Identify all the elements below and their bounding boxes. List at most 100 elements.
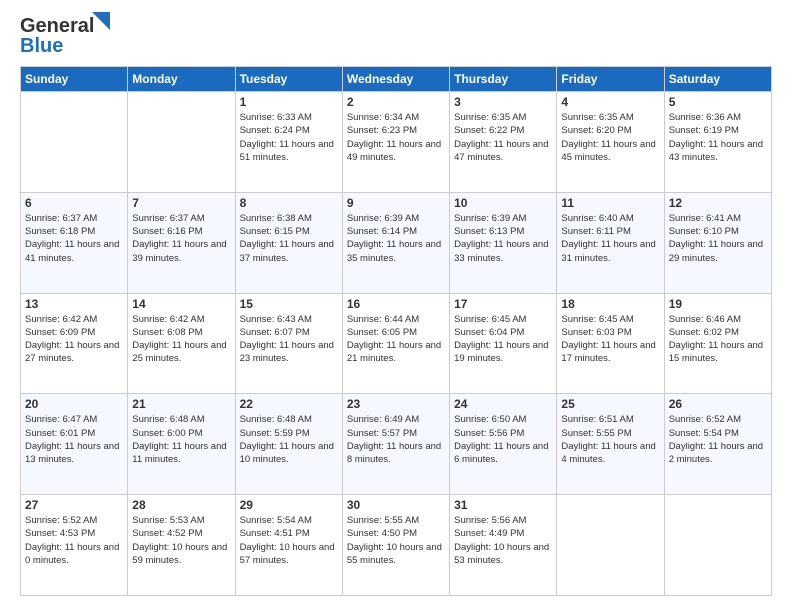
calendar-cell: 23 Sunrise: 6:49 AM Sunset: 5:57 PM Dayli… [342, 394, 449, 495]
day-number: 28 [132, 498, 230, 512]
col-header-wednesday: Wednesday [342, 67, 449, 92]
day-number: 16 [347, 297, 445, 311]
day-info: Sunrise: 5:55 AM Sunset: 4:50 PM Dayligh… [347, 514, 445, 567]
col-header-monday: Monday [128, 67, 235, 92]
logo-blue: Blue [20, 36, 94, 56]
calendar-cell: 15Sunrise: 6:43 AM Sunset: 6:07 PM Dayli… [235, 293, 342, 394]
day-number: 4 [561, 95, 659, 109]
day-number: 27 [25, 498, 123, 512]
calendar-cell: 27 Sunrise: 5:52 AM Sunset: 4:53 PM Dayli… [21, 495, 128, 596]
logo-container: GeneralBlue [20, 16, 110, 56]
calendar-cell [557, 495, 664, 596]
calendar-cell: 29Sunrise: 5:54 AM Sunset: 4:51 PM Dayli… [235, 495, 342, 596]
header: GeneralBlue [20, 16, 772, 56]
calendar-cell: 25 Sunrise: 6:51 AM Sunset: 5:55 PM Dayli… [557, 394, 664, 495]
col-header-friday: Friday [557, 67, 664, 92]
calendar-cell: 31 Sunrise: 5:56 AM Sunset: 4:49 PM Dayli… [450, 495, 557, 596]
calendar-cell: 3 Sunrise: 6:35 AM Sunset: 6:22 PM Daylig… [450, 92, 557, 193]
calendar-cell [664, 495, 771, 596]
day-number: 11 [561, 196, 659, 210]
day-info: Sunrise: 6:51 AM Sunset: 5:55 PM Dayligh… [561, 413, 659, 466]
calendar-cell: 24 Sunrise: 6:50 AM Sunset: 5:56 PM Dayli… [450, 394, 557, 495]
day-info: Sunrise: 6:50 AM Sunset: 5:56 PM Dayligh… [454, 413, 552, 466]
calendar-cell: 21 Sunrise: 6:48 AM Sunset: 6:00 PM Dayli… [128, 394, 235, 495]
calendar-cell: 16Sunrise: 6:44 AM Sunset: 6:05 PM Dayli… [342, 293, 449, 394]
week-row-2: 6Sunrise: 6:37 AM Sunset: 6:18 PM Daylig… [21, 192, 772, 293]
calendar-cell: 2 Sunrise: 6:34 AM Sunset: 6:23 PM Daylig… [342, 92, 449, 193]
day-info: Sunrise: 6:42 AM Sunset: 6:08 PM Dayligh… [132, 313, 230, 366]
day-number: 3 [454, 95, 552, 109]
day-info: Sunrise: 6:45 AM Sunset: 6:04 PM Dayligh… [454, 313, 552, 366]
day-info: Sunrise: 6:41 AM Sunset: 6:10 PM Dayligh… [669, 212, 767, 265]
day-info: Sunrise: 6:33 AM Sunset: 6:24 PM Dayligh… [240, 111, 338, 164]
col-header-tuesday: Tuesday [235, 67, 342, 92]
day-number: 20 [25, 397, 123, 411]
day-info: Sunrise: 6:34 AM Sunset: 6:23 PM Dayligh… [347, 111, 445, 164]
day-number: 2 [347, 95, 445, 109]
calendar-cell: 6Sunrise: 6:37 AM Sunset: 6:18 PM Daylig… [21, 192, 128, 293]
day-info: Sunrise: 6:42 AM Sunset: 6:09 PM Dayligh… [25, 313, 123, 366]
day-info: Sunrise: 6:35 AM Sunset: 6:22 PM Dayligh… [454, 111, 552, 164]
calendar-header-row: SundayMondayTuesdayWednesdayThursdayFrid… [21, 67, 772, 92]
day-info: Sunrise: 5:53 AM Sunset: 4:52 PM Dayligh… [132, 514, 230, 567]
logo-text: GeneralBlue [20, 16, 94, 56]
day-number: 12 [669, 196, 767, 210]
week-row-3: 13 Sunrise: 6:42 AM Sunset: 6:09 PM Dayli… [21, 293, 772, 394]
day-number: 24 [454, 397, 552, 411]
day-info: Sunrise: 6:35 AM Sunset: 6:20 PM Dayligh… [561, 111, 659, 164]
day-info: Sunrise: 6:46 AM Sunset: 6:02 PM Dayligh… [669, 313, 767, 366]
day-number: 31 [454, 498, 552, 512]
day-info: Sunrise: 6:48 AM Sunset: 6:00 PM Dayligh… [132, 413, 230, 466]
calendar-page: GeneralBlue SundayMondayTuesdayWednesday… [0, 0, 792, 612]
calendar-cell: 5Sunrise: 6:36 AM Sunset: 6:19 PM Daylig… [664, 92, 771, 193]
week-row-1: 1Sunrise: 6:33 AM Sunset: 6:24 PM Daylig… [21, 92, 772, 193]
calendar-cell: 22 Sunrise: 6:48 AM Sunset: 5:59 PM Dayli… [235, 394, 342, 495]
day-number: 30 [347, 498, 445, 512]
calendar-cell: 26Sunrise: 6:52 AM Sunset: 5:54 PM Dayli… [664, 394, 771, 495]
day-number: 9 [347, 196, 445, 210]
day-info: Sunrise: 6:37 AM Sunset: 6:16 PM Dayligh… [132, 212, 230, 265]
calendar-cell: 11Sunrise: 6:40 AM Sunset: 6:11 PM Dayli… [557, 192, 664, 293]
calendar-cell: 17 Sunrise: 6:45 AM Sunset: 6:04 PM Dayli… [450, 293, 557, 394]
day-info: Sunrise: 6:52 AM Sunset: 5:54 PM Dayligh… [669, 413, 767, 466]
day-number: 17 [454, 297, 552, 311]
week-row-4: 20 Sunrise: 6:47 AM Sunset: 6:01 PM Dayli… [21, 394, 772, 495]
logo-general: General [20, 16, 94, 36]
day-number: 25 [561, 397, 659, 411]
calendar-cell [128, 92, 235, 193]
day-number: 29 [240, 498, 338, 512]
day-number: 8 [240, 196, 338, 210]
calendar-cell: 1Sunrise: 6:33 AM Sunset: 6:24 PM Daylig… [235, 92, 342, 193]
day-info: Sunrise: 5:56 AM Sunset: 4:49 PM Dayligh… [454, 514, 552, 567]
calendar-cell: 8 Sunrise: 6:38 AM Sunset: 6:15 PM Daylig… [235, 192, 342, 293]
calendar-table: SundayMondayTuesdayWednesdayThursdayFrid… [20, 66, 772, 596]
day-number: 13 [25, 297, 123, 311]
calendar-cell: 13 Sunrise: 6:42 AM Sunset: 6:09 PM Dayli… [21, 293, 128, 394]
calendar-cell [21, 92, 128, 193]
calendar-cell: 12 Sunrise: 6:41 AM Sunset: 6:10 PM Dayli… [664, 192, 771, 293]
day-info: Sunrise: 6:47 AM Sunset: 6:01 PM Dayligh… [25, 413, 123, 466]
day-info: Sunrise: 6:37 AM Sunset: 6:18 PM Dayligh… [25, 212, 123, 265]
day-info: Sunrise: 6:49 AM Sunset: 5:57 PM Dayligh… [347, 413, 445, 466]
day-number: 14 [132, 297, 230, 311]
calendar-cell: 10Sunrise: 6:39 AM Sunset: 6:13 PM Dayli… [450, 192, 557, 293]
calendar-cell: 14 Sunrise: 6:42 AM Sunset: 6:08 PM Dayli… [128, 293, 235, 394]
day-number: 22 [240, 397, 338, 411]
day-number: 5 [669, 95, 767, 109]
calendar-cell: 19Sunrise: 6:46 AM Sunset: 6:02 PM Dayli… [664, 293, 771, 394]
calendar-cell: 30 Sunrise: 5:55 AM Sunset: 4:50 PM Dayli… [342, 495, 449, 596]
day-number: 21 [132, 397, 230, 411]
day-number: 7 [132, 196, 230, 210]
calendar-cell: 18Sunrise: 6:45 AM Sunset: 6:03 PM Dayli… [557, 293, 664, 394]
day-info: Sunrise: 6:39 AM Sunset: 6:14 PM Dayligh… [347, 212, 445, 265]
day-info: Sunrise: 6:38 AM Sunset: 6:15 PM Dayligh… [240, 212, 338, 265]
col-header-sunday: Sunday [21, 67, 128, 92]
day-info: Sunrise: 5:52 AM Sunset: 4:53 PM Dayligh… [25, 514, 123, 567]
calendar-cell: 7 Sunrise: 6:37 AM Sunset: 6:16 PM Daylig… [128, 192, 235, 293]
day-info: Sunrise: 6:48 AM Sunset: 5:59 PM Dayligh… [240, 413, 338, 466]
day-info: Sunrise: 6:39 AM Sunset: 6:13 PM Dayligh… [454, 212, 552, 265]
logo-icon [92, 12, 110, 35]
calendar-cell: 20 Sunrise: 6:47 AM Sunset: 6:01 PM Dayli… [21, 394, 128, 495]
day-info: Sunrise: 6:43 AM Sunset: 6:07 PM Dayligh… [240, 313, 338, 366]
day-number: 23 [347, 397, 445, 411]
